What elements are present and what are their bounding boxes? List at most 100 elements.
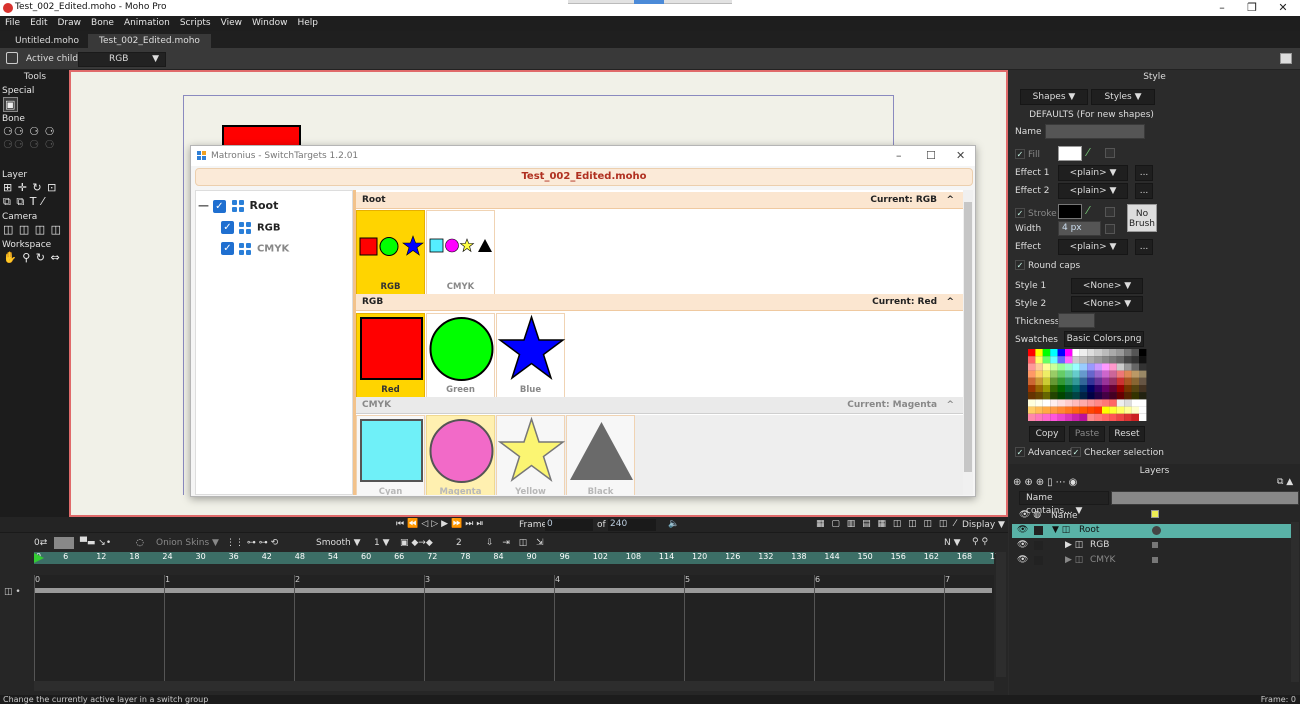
color-swatch[interactable]: [1116, 370, 1125, 378]
width-input[interactable]: 4 px: [1058, 221, 1101, 236]
interval-dropdown[interactable]: 1 ▼: [374, 538, 390, 548]
reset-button[interactable]: Reset: [1109, 426, 1145, 442]
target-yellow[interactable]: Yellow: [496, 415, 566, 495]
color-swatch[interactable]: [1109, 399, 1117, 407]
color-swatch[interactable]: [1057, 363, 1065, 371]
color-swatch[interactable]: [1050, 399, 1058, 407]
target-magenta[interactable]: Magenta: [426, 415, 495, 495]
color-swatch[interactable]: [1035, 406, 1043, 414]
color-swatch[interactable]: [1131, 406, 1139, 414]
color-swatch[interactable]: [1072, 406, 1080, 414]
color-swatch[interactable]: [1109, 363, 1117, 371]
dialog-maximize-button[interactable]: ☐: [926, 149, 936, 162]
layer-toolbar-icons[interactable]: ⊕⊕⊕▯⋯◉: [1013, 477, 1080, 488]
effect-dropdown[interactable]: <plain> ▼: [1058, 239, 1128, 255]
color-swatch[interactable]: [1065, 385, 1073, 393]
color-swatch[interactable]: [1079, 363, 1088, 371]
color-swatch[interactable]: [1072, 392, 1080, 400]
color-swatch[interactable]: [1131, 356, 1139, 364]
color-swatch[interactable]: [1035, 392, 1043, 400]
fill-color-swatch[interactable]: [1058, 146, 1082, 161]
menu-scripts[interactable]: Scripts: [175, 16, 216, 31]
color-swatch[interactable]: [1050, 385, 1058, 393]
dialog-close-button[interactable]: ✕: [956, 149, 965, 162]
keyframe-tools-icon[interactable]: ⋮⋮ ⊶ ⊶ ⟲: [226, 538, 278, 548]
tab-test-002[interactable]: Test_002_Edited.moho: [88, 34, 211, 48]
color-swatch[interactable]: [1094, 370, 1102, 378]
color-swatch[interactable]: [1102, 356, 1110, 364]
color-swatch[interactable]: [1094, 385, 1102, 393]
color-swatch[interactable]: [1087, 356, 1095, 364]
color-swatch[interactable]: [1028, 356, 1036, 364]
curve-mode-button[interactable]: [54, 537, 74, 549]
tree-item-root[interactable]: — ✓ Root: [198, 199, 278, 213]
menu-help[interactable]: Help: [292, 16, 323, 31]
color-swatch[interactable]: [1102, 392, 1110, 400]
effect2-more-button[interactable]: ...: [1135, 183, 1153, 199]
color-swatch[interactable]: [1042, 392, 1051, 400]
color-swatch[interactable]: [1102, 385, 1110, 393]
camera-tools-icon[interactable]: ◫ ◫ ◫ ◫: [3, 223, 62, 236]
color-swatch[interactable]: [1028, 399, 1036, 407]
color-swatch[interactable]: [1079, 370, 1088, 378]
color-swatch[interactable]: [1042, 349, 1051, 357]
layer-tools-row-1-icon[interactable]: ⊞ ✛ ↻ ⊡: [3, 181, 57, 194]
color-swatch[interactable]: [1116, 377, 1125, 385]
interpolation-dropdown[interactable]: Smooth ▼: [316, 538, 361, 548]
display-dropdown[interactable]: Display ▼: [962, 520, 1005, 530]
paste-button[interactable]: Paste: [1069, 426, 1105, 442]
color-swatch[interactable]: [1072, 356, 1080, 364]
swatches-dropdown[interactable]: Basic Colors.png ▼: [1064, 331, 1144, 358]
color-swatch[interactable]: [1109, 349, 1117, 357]
menu-animation[interactable]: Animation: [119, 16, 175, 31]
menu-edit[interactable]: Edit: [25, 16, 52, 31]
advanced-checkbox[interactable]: ✓ Advanced: [1015, 447, 1072, 458]
onion-icon[interactable]: ◌: [136, 538, 144, 548]
color-swatch[interactable]: [1042, 370, 1051, 378]
color-swatch[interactable]: [1042, 363, 1051, 371]
timeline-scrollbar[interactable]: [996, 552, 1006, 677]
bone-tools-row-1-icon[interactable]: ⚆⚆ ⚆ ⚆: [3, 125, 55, 138]
color-swatch[interactable]: [1065, 363, 1073, 371]
effect2-dropdown[interactable]: <plain> ▼: [1058, 183, 1128, 199]
color-swatch[interactable]: [1131, 413, 1139, 421]
color-swatch[interactable]: [1102, 363, 1110, 371]
stroke-toggle[interactable]: [1105, 207, 1115, 217]
color-swatch[interactable]: [1050, 406, 1058, 414]
color-swatch[interactable]: [1065, 349, 1073, 357]
layer-filter-input[interactable]: [1111, 491, 1299, 505]
color-swatch[interactable]: [1131, 363, 1139, 371]
tree-item-cmyk[interactable]: ✓ CMYK: [221, 242, 289, 255]
color-swatch[interactable]: [1057, 349, 1065, 357]
color-swatch[interactable]: [1057, 406, 1065, 414]
workspace-tools-icon[interactable]: ✋ ⚲ ↻ ⇔: [3, 251, 61, 264]
color-swatch[interactable]: [1109, 413, 1117, 421]
dialog-minimize-button[interactable]: –: [896, 149, 902, 162]
color-swatch[interactable]: [1035, 399, 1043, 407]
color-swatch[interactable]: [1065, 356, 1073, 364]
color-swatch[interactable]: [1042, 399, 1051, 407]
stroke-checkbox[interactable]: ✓ Stroke: [1015, 208, 1057, 219]
color-swatch[interactable]: [1065, 406, 1073, 414]
color-swatch[interactable]: [1050, 370, 1058, 378]
color-swatch[interactable]: [1124, 363, 1132, 371]
color-swatch[interactable]: [1116, 392, 1125, 400]
bone-tools-row-2-icon[interactable]: ⚆⚆ ⚆ ⚆: [3, 138, 55, 151]
menu-window[interactable]: Window: [247, 16, 293, 31]
color-swatch[interactable]: [1139, 356, 1147, 364]
color-swatch[interactable]: [1028, 363, 1036, 371]
color-swatch[interactable]: [1124, 385, 1132, 393]
color-swatch[interactable]: [1050, 377, 1058, 385]
zoom-icons[interactable]: ⚲ ⚲: [972, 537, 988, 547]
color-swatch[interactable]: [1139, 370, 1147, 378]
color-swatch[interactable]: [1087, 392, 1095, 400]
color-swatch[interactable]: [1035, 377, 1043, 385]
color-swatch[interactable]: [1065, 392, 1073, 400]
color-swatch[interactable]: [1124, 356, 1132, 364]
color-swatch[interactable]: [1124, 406, 1132, 414]
color-swatch[interactable]: [1102, 413, 1110, 421]
target-black[interactable]: Black: [566, 415, 635, 495]
effect-more-button[interactable]: ...: [1135, 239, 1153, 255]
target-cyan[interactable]: Cyan: [356, 415, 425, 495]
menu-view[interactable]: View: [216, 16, 247, 31]
